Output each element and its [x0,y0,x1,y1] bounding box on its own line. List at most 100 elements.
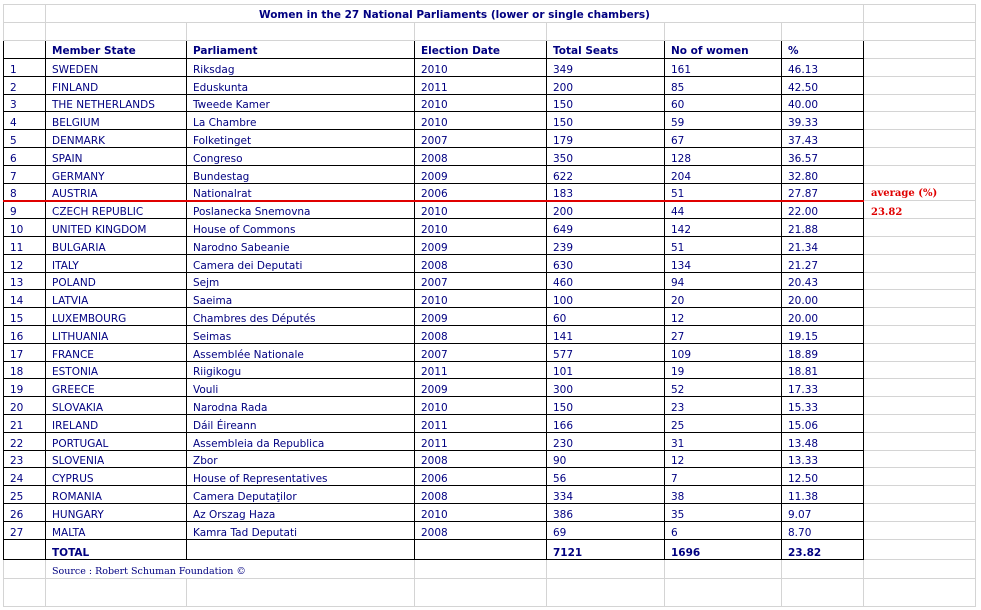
cell[interactable] [863,218,976,237]
cell[interactable] [781,577,864,607]
member-state-cell[interactable]: MALTA [45,520,187,540]
parliament-cell[interactable]: Nationalrat [186,182,415,202]
cell[interactable] [3,538,46,560]
member-state-cell[interactable]: LITHUANIA [45,324,187,344]
cell[interactable] [863,22,976,41]
election-date-cell[interactable]: 2006 [414,467,547,487]
parliament-cell[interactable]: Riksdag [186,58,415,77]
cell[interactable] [863,502,976,522]
cell[interactable] [863,253,976,273]
total-seats-cell[interactable]: 150 [546,396,665,415]
percent-cell[interactable]: 15.06 [781,413,864,433]
no-of-women-cell[interactable]: 12 [664,307,782,326]
row-index[interactable]: 27 [3,520,46,540]
row-index[interactable]: 21 [3,413,46,433]
cell[interactable] [45,22,187,41]
total-seats-cell[interactable]: 622 [546,164,665,184]
total-seats-cell[interactable]: 179 [546,129,665,148]
no-of-women-cell[interactable]: 31 [664,431,782,451]
no-of-women-cell[interactable]: 161 [664,58,782,77]
cell[interactable] [3,558,46,579]
cell[interactable] [186,577,415,607]
total-seats-cell[interactable]: 141 [546,324,665,344]
election-date-cell[interactable]: 2006 [414,182,547,202]
no-of-women-cell[interactable]: 27 [664,324,782,344]
cell[interactable] [186,538,415,560]
parliament-cell[interactable]: Poslanecka Snemovna [186,200,415,220]
row-index[interactable]: 20 [3,396,46,415]
no-of-women-cell[interactable]: 23 [664,396,782,415]
row-index[interactable]: 25 [3,485,46,504]
parliament-cell[interactable]: Seimas [186,324,415,344]
total-seats-cell[interactable]: 239 [546,235,665,255]
percent-cell[interactable]: 18.81 [781,360,864,380]
header-percent[interactable]: % [781,40,864,59]
total-seats-cell[interactable]: 90 [546,449,665,469]
member-state-cell[interactable]: PORTUGAL [45,431,187,451]
row-index[interactable]: 8 [3,182,46,202]
total-seats-cell[interactable]: 150 [546,93,665,113]
member-state-cell[interactable]: BULGARIA [45,235,187,255]
cell[interactable] [863,413,976,433]
total-seats-cell[interactable]: 577 [546,342,665,362]
percent-cell[interactable]: 17.33 [781,378,864,398]
header-cell-index[interactable] [3,40,46,59]
percent-cell[interactable]: 40.00 [781,93,864,113]
election-date-cell[interactable]: 2009 [414,307,547,326]
cell[interactable] [863,558,976,579]
row-index[interactable]: 12 [3,253,46,273]
no-of-women-cell[interactable]: 25 [664,413,782,433]
row-index[interactable]: 26 [3,502,46,522]
cell[interactable] [863,431,976,451]
header-parliament[interactable]: Parliament [186,40,415,59]
election-date-cell[interactable]: 2008 [414,324,547,344]
parliament-cell[interactable]: Narodno Sabeanie [186,235,415,255]
member-state-cell[interactable]: ITALY [45,253,187,273]
cell[interactable] [863,111,976,131]
election-date-cell[interactable]: 2008 [414,520,547,540]
parliament-cell[interactable]: La Chambre [186,111,415,131]
cell[interactable] [414,558,547,579]
total-seats-cell[interactable]: 200 [546,75,665,95]
no-of-women-cell[interactable]: 35 [664,502,782,522]
row-index[interactable]: 2 [3,75,46,95]
election-date-cell[interactable]: 2009 [414,378,547,398]
parliament-cell[interactable]: Az Orszag Haza [186,502,415,522]
parliament-cell[interactable]: Narodna Rada [186,396,415,415]
parliament-cell[interactable]: Vouli [186,378,415,398]
election-date-cell[interactable]: 2009 [414,164,547,184]
cell[interactable] [3,22,46,41]
cell[interactable] [664,558,782,579]
total-seats-cell[interactable]: 649 [546,218,665,237]
no-of-women-cell[interactable]: 6 [664,520,782,540]
total-women-sum[interactable]: 1696 [664,538,782,560]
cell[interactable] [863,396,976,415]
no-of-women-cell[interactable]: 204 [664,164,782,184]
percent-cell[interactable]: 20.00 [781,289,864,309]
total-percent[interactable]: 23.82 [781,538,864,560]
election-date-cell[interactable]: 2007 [414,342,547,362]
no-of-women-cell[interactable]: 52 [664,378,782,398]
no-of-women-cell[interactable]: 60 [664,93,782,113]
parliament-cell[interactable]: Camera dei Deputati [186,253,415,273]
total-seats-cell[interactable]: 100 [546,289,665,309]
row-index[interactable]: 22 [3,431,46,451]
row-index[interactable]: 7 [3,164,46,184]
member-state-cell[interactable]: GREECE [45,378,187,398]
cell[interactable] [863,485,976,504]
parliament-cell[interactable]: House of Commons [186,218,415,237]
member-state-cell[interactable]: SLOVENIA [45,449,187,469]
row-index[interactable]: 6 [3,146,46,166]
election-date-cell[interactable]: 2011 [414,413,547,433]
cell[interactable] [664,577,782,607]
election-date-cell[interactable]: 2010 [414,218,547,237]
cell[interactable] [863,58,976,77]
election-date-cell[interactable]: 2010 [414,396,547,415]
no-of-women-cell[interactable]: 51 [664,182,782,202]
election-date-cell[interactable]: 2007 [414,271,547,291]
cell[interactable] [863,467,976,487]
cell[interactable] [3,4,46,23]
percent-cell[interactable]: 21.27 [781,253,864,273]
percent-cell[interactable]: 13.48 [781,431,864,451]
election-date-cell[interactable]: 2008 [414,253,547,273]
